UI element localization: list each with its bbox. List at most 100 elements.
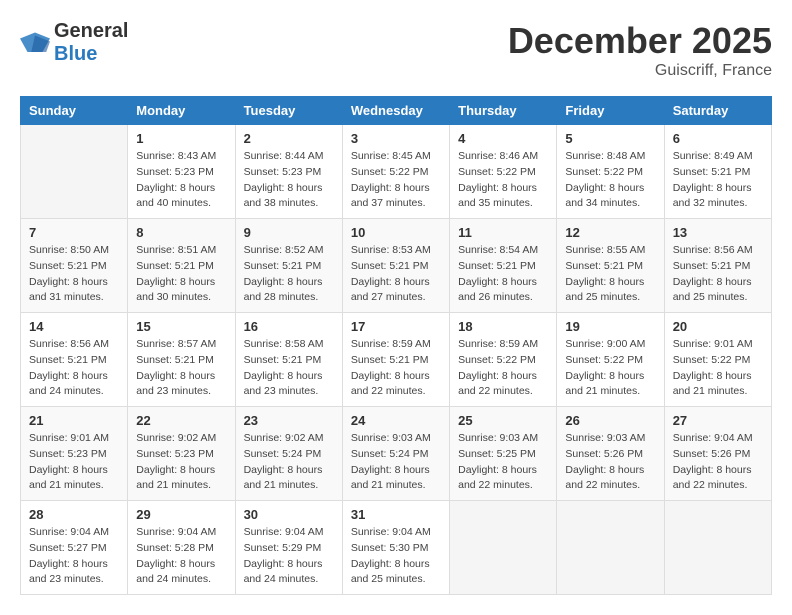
calendar-cell: 31 Sunrise: 9:04 AMSunset: 5:30 PMDayligh… <box>342 501 449 595</box>
calendar-cell: 9 Sunrise: 8:52 AMSunset: 5:21 PMDaylight… <box>235 219 342 313</box>
calendar-cell: 14 Sunrise: 8:56 AMSunset: 5:21 PMDayligh… <box>21 313 128 407</box>
day-number: 24 <box>351 413 441 428</box>
calendar-cell: 26Sunrise: 9:03 AMSunset: 5:26 PMDayligh… <box>557 407 664 501</box>
day-number: 14 <box>29 319 119 334</box>
day-info: Sunrise: 8:58 AMSunset: 5:21 PMDaylight:… <box>244 337 334 400</box>
calendar-cell <box>21 125 128 219</box>
month-title: December 2025 <box>508 20 772 62</box>
day-number: 31 <box>351 507 441 522</box>
location: Guiscriff, France <box>508 62 772 80</box>
col-header-sunday: Sunday <box>21 97 128 125</box>
day-info: Sunrise: 9:04 AMSunset: 5:27 PMDaylight:… <box>29 525 119 588</box>
day-info: Sunrise: 9:04 AMSunset: 5:30 PMDaylight:… <box>351 525 441 588</box>
day-info: Sunrise: 9:04 AMSunset: 5:28 PMDaylight:… <box>136 525 226 588</box>
day-info: Sunrise: 8:48 AMSunset: 5:22 PMDaylight:… <box>565 149 655 212</box>
day-number: 15 <box>136 319 226 334</box>
calendar-cell: 13Sunrise: 8:56 AMSunset: 5:21 PMDayligh… <box>664 219 771 313</box>
day-number: 2 <box>244 131 334 146</box>
calendar-cell: 30Sunrise: 9:04 AMSunset: 5:29 PMDayligh… <box>235 501 342 595</box>
day-number: 9 <box>244 225 334 240</box>
calendar-cell <box>557 501 664 595</box>
calendar-cell: 18Sunrise: 8:59 AMSunset: 5:22 PMDayligh… <box>450 313 557 407</box>
calendar-cell: 15 Sunrise: 8:57 AMSunset: 5:21 PMDayligh… <box>128 313 235 407</box>
day-number: 17 <box>351 319 441 334</box>
col-header-saturday: Saturday <box>664 97 771 125</box>
calendar-table: SundayMondayTuesdayWednesdayThursdayFrid… <box>20 96 772 595</box>
calendar-cell: 28Sunrise: 9:04 AMSunset: 5:27 PMDayligh… <box>21 501 128 595</box>
calendar-cell: 25 Sunrise: 9:03 AMSunset: 5:25 PMDayligh… <box>450 407 557 501</box>
day-number: 27 <box>673 413 763 428</box>
logo-blue: Blue <box>54 43 97 65</box>
day-info: Sunrise: 9:02 AMSunset: 5:23 PMDaylight:… <box>136 431 226 494</box>
calendar-cell: 16 Sunrise: 8:58 AMSunset: 5:21 PMDayligh… <box>235 313 342 407</box>
day-number: 29 <box>136 507 226 522</box>
calendar-cell: 8Sunrise: 8:51 AMSunset: 5:21 PMDaylight… <box>128 219 235 313</box>
day-info: Sunrise: 9:04 AMSunset: 5:29 PMDaylight:… <box>244 525 334 588</box>
page-header: General Blue December 2025 Guiscriff, Fr… <box>20 20 772 80</box>
day-number: 11 <box>458 225 548 240</box>
calendar-week-2: 7 Sunrise: 8:50 AMSunset: 5:21 PMDaylight… <box>21 219 772 313</box>
calendar-week-5: 28Sunrise: 9:04 AMSunset: 5:27 PMDayligh… <box>21 501 772 595</box>
day-info: Sunrise: 9:01 AMSunset: 5:23 PMDaylight:… <box>29 431 119 494</box>
calendar-cell: 21 Sunrise: 9:01 AMSunset: 5:23 PMDayligh… <box>21 407 128 501</box>
col-header-tuesday: Tuesday <box>235 97 342 125</box>
day-number: 22 <box>136 413 226 428</box>
day-info: Sunrise: 9:02 AMSunset: 5:24 PMDaylight:… <box>244 431 334 494</box>
day-info: Sunrise: 8:52 AMSunset: 5:21 PMDaylight:… <box>244 243 334 306</box>
day-number: 19 <box>565 319 655 334</box>
day-info: Sunrise: 8:55 AMSunset: 5:21 PMDaylight:… <box>565 243 655 306</box>
calendar-cell: 10 Sunrise: 8:53 AMSunset: 5:21 PMDayligh… <box>342 219 449 313</box>
day-info: Sunrise: 8:46 AMSunset: 5:22 PMDaylight:… <box>458 149 548 212</box>
calendar-cell: 24 Sunrise: 9:03 AMSunset: 5:24 PMDayligh… <box>342 407 449 501</box>
calendar-cell: 20Sunrise: 9:01 AMSunset: 5:22 PMDayligh… <box>664 313 771 407</box>
calendar-cell: 27Sunrise: 9:04 AMSunset: 5:26 PMDayligh… <box>664 407 771 501</box>
logo-icon <box>20 31 50 55</box>
day-info: Sunrise: 9:03 AMSunset: 5:25 PMDaylight:… <box>458 431 548 494</box>
calendar-cell: 17 Sunrise: 8:59 AMSunset: 5:21 PMDayligh… <box>342 313 449 407</box>
title-block: December 2025 Guiscriff, France <box>508 20 772 80</box>
day-number: 21 <box>29 413 119 428</box>
day-number: 16 <box>244 319 334 334</box>
day-number: 8 <box>136 225 226 240</box>
calendar-week-1: 1 Sunrise: 8:43 AMSunset: 5:23 PMDaylight… <box>21 125 772 219</box>
day-number: 6 <box>673 131 763 146</box>
day-number: 25 <box>458 413 548 428</box>
day-info: Sunrise: 8:45 AMSunset: 5:22 PMDaylight:… <box>351 149 441 212</box>
calendar-cell: 1 Sunrise: 8:43 AMSunset: 5:23 PMDaylight… <box>128 125 235 219</box>
day-info: Sunrise: 8:56 AMSunset: 5:21 PMDaylight:… <box>29 337 119 400</box>
col-header-thursday: Thursday <box>450 97 557 125</box>
day-number: 4 <box>458 131 548 146</box>
calendar-cell: 23 Sunrise: 9:02 AMSunset: 5:24 PMDayligh… <box>235 407 342 501</box>
day-info: Sunrise: 8:59 AMSunset: 5:21 PMDaylight:… <box>351 337 441 400</box>
day-number: 1 <box>136 131 226 146</box>
col-header-monday: Monday <box>128 97 235 125</box>
logo-general: General <box>54 20 128 42</box>
day-info: Sunrise: 8:53 AMSunset: 5:21 PMDaylight:… <box>351 243 441 306</box>
logo: General Blue <box>20 20 128 66</box>
calendar-week-3: 14 Sunrise: 8:56 AMSunset: 5:21 PMDayligh… <box>21 313 772 407</box>
calendar-cell: 11 Sunrise: 8:54 AMSunset: 5:21 PMDayligh… <box>450 219 557 313</box>
day-info: Sunrise: 8:49 AMSunset: 5:21 PMDaylight:… <box>673 149 763 212</box>
day-number: 7 <box>29 225 119 240</box>
calendar-cell <box>664 501 771 595</box>
day-number: 23 <box>244 413 334 428</box>
day-number: 18 <box>458 319 548 334</box>
calendar-cell: 22 Sunrise: 9:02 AMSunset: 5:23 PMDayligh… <box>128 407 235 501</box>
calendar-cell: 7 Sunrise: 8:50 AMSunset: 5:21 PMDaylight… <box>21 219 128 313</box>
day-info: Sunrise: 8:54 AMSunset: 5:21 PMDaylight:… <box>458 243 548 306</box>
day-number: 13 <box>673 225 763 240</box>
calendar-cell: 12Sunrise: 8:55 AMSunset: 5:21 PMDayligh… <box>557 219 664 313</box>
day-number: 3 <box>351 131 441 146</box>
day-info: Sunrise: 8:43 AMSunset: 5:23 PMDaylight:… <box>136 149 226 212</box>
calendar-cell: 6 Sunrise: 8:49 AMSunset: 5:21 PMDaylight… <box>664 125 771 219</box>
calendar-cell: 3 Sunrise: 8:45 AMSunset: 5:22 PMDaylight… <box>342 125 449 219</box>
day-info: Sunrise: 8:50 AMSunset: 5:21 PMDaylight:… <box>29 243 119 306</box>
day-info: Sunrise: 9:01 AMSunset: 5:22 PMDaylight:… <box>673 337 763 400</box>
logo-text: General Blue <box>54 20 128 66</box>
calendar-cell: 29 Sunrise: 9:04 AMSunset: 5:28 PMDayligh… <box>128 501 235 595</box>
day-number: 10 <box>351 225 441 240</box>
day-info: Sunrise: 9:03 AMSunset: 5:24 PMDaylight:… <box>351 431 441 494</box>
day-info: Sunrise: 8:57 AMSunset: 5:21 PMDaylight:… <box>136 337 226 400</box>
col-header-friday: Friday <box>557 97 664 125</box>
col-header-wednesday: Wednesday <box>342 97 449 125</box>
